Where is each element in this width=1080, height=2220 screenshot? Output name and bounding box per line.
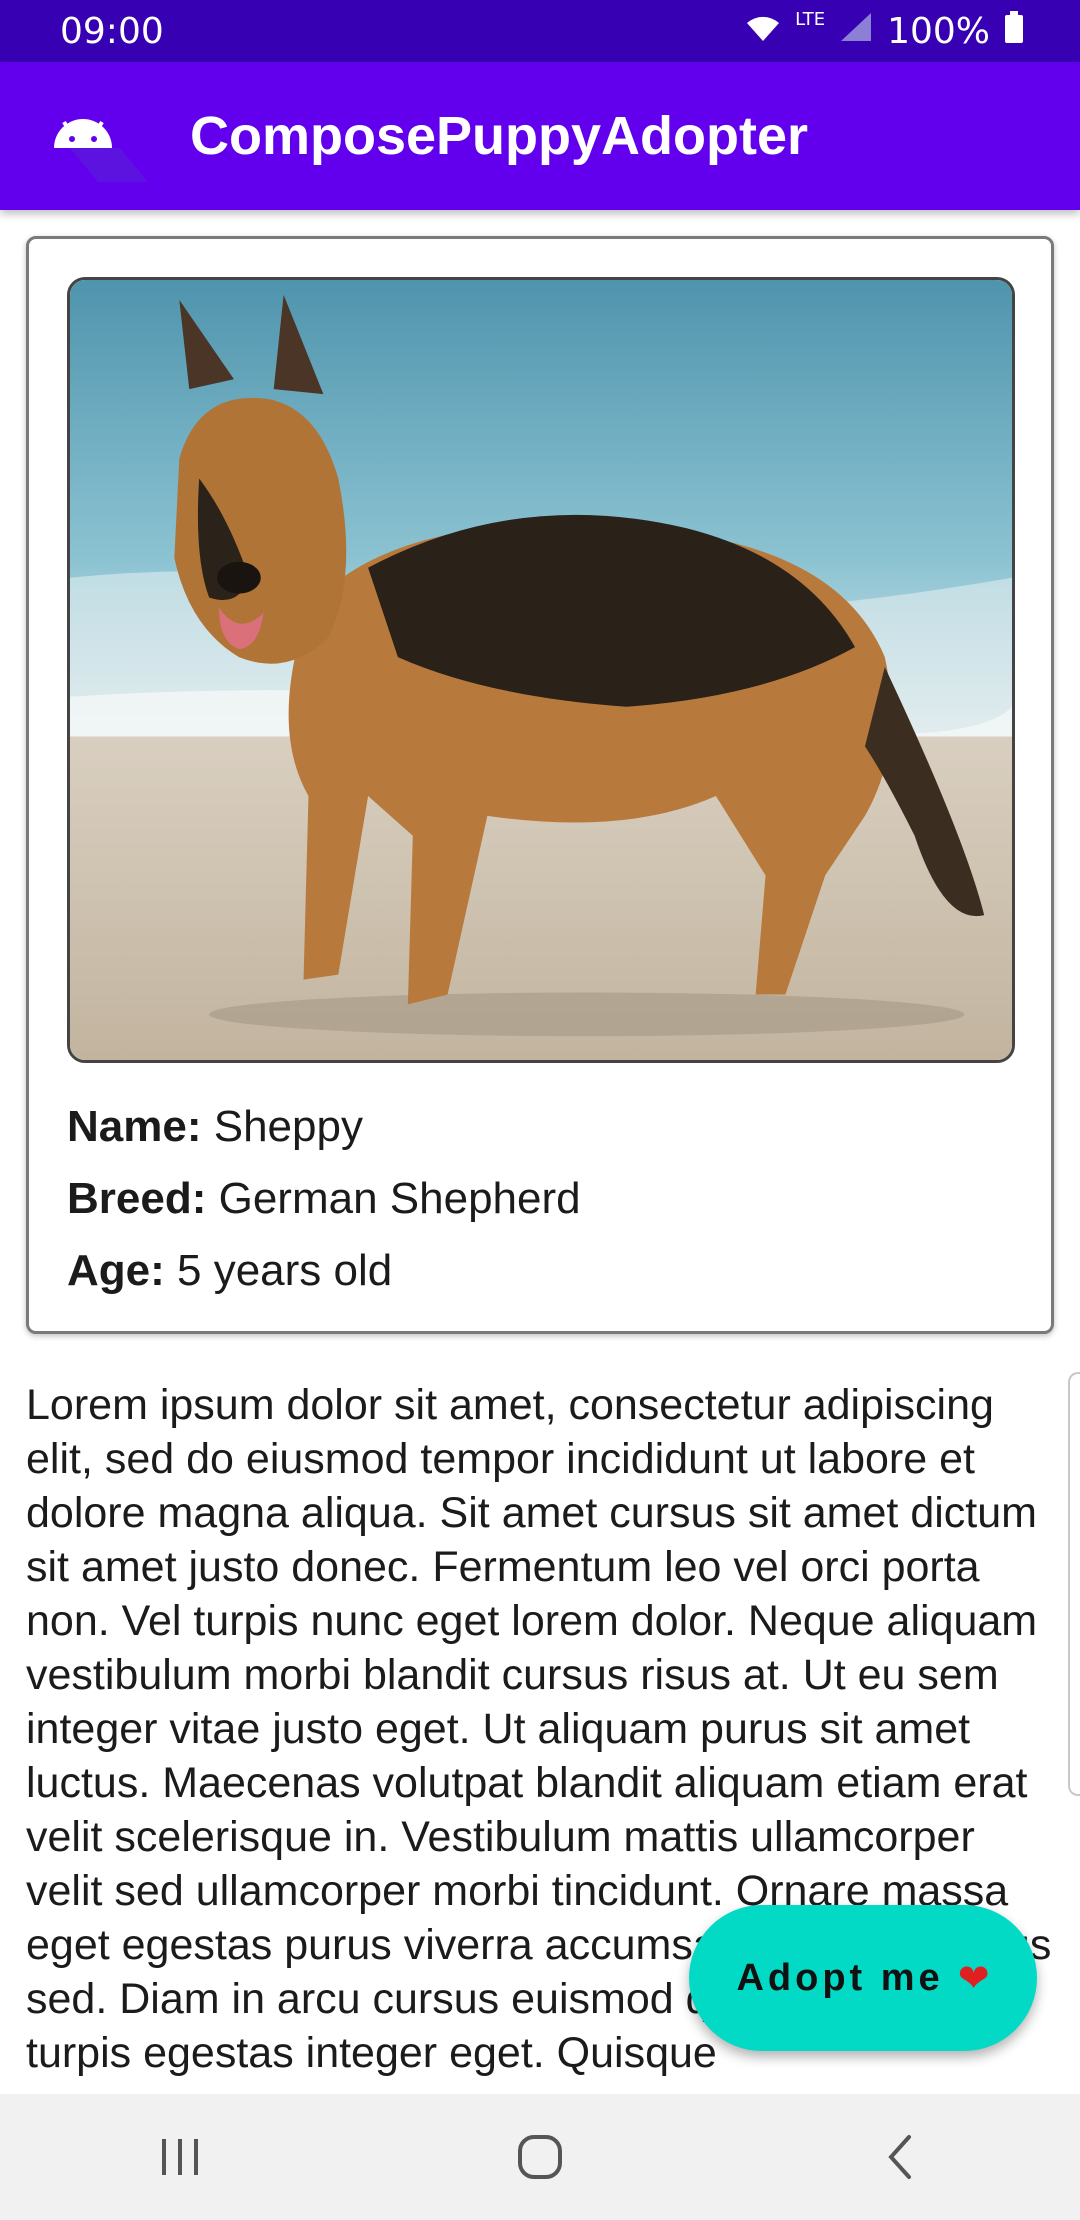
battery-level: 100%: [887, 10, 990, 52]
puppy-age: 5 years old: [177, 1246, 393, 1295]
scroll-edge: [1068, 1372, 1080, 1796]
puppy-photo: [67, 277, 1015, 1063]
android-icon: [50, 112, 150, 192]
age-row: Age: 5 years old: [67, 1235, 581, 1307]
network-type: LTE: [795, 8, 826, 30]
battery-icon: [1004, 10, 1024, 52]
status-bar: 09:00 LTE 100%: [0, 0, 1080, 62]
top-app-bar: ComposePuppyAdopter: [0, 62, 1080, 210]
system-nav-bar: [0, 2094, 1080, 2220]
status-time: 09:00: [60, 10, 164, 52]
signal-icon: [839, 11, 873, 52]
puppy-name: Sheppy: [213, 1102, 363, 1151]
puppy-breed: German Shepherd: [218, 1174, 581, 1223]
adopt-me-button[interactable]: Adopt me ❤: [689, 1905, 1037, 2051]
wifi-icon: [745, 11, 781, 52]
name-label: Name:: [67, 1102, 202, 1151]
breed-row: Breed: German Shepherd: [67, 1163, 581, 1235]
puppy-card: Name: Sheppy Breed: German Shepherd Age:…: [26, 236, 1054, 1334]
home-icon[interactable]: [480, 2112, 600, 2202]
name-row: Name: Sheppy: [67, 1091, 581, 1163]
back-icon[interactable]: [840, 2112, 960, 2202]
recents-icon[interactable]: [120, 2112, 240, 2202]
heart-icon: ❤: [957, 1957, 990, 2000]
breed-label: Breed:: [67, 1174, 207, 1223]
adopt-me-label: Adopt me: [736, 1956, 944, 1999]
age-label: Age:: [67, 1246, 165, 1295]
puppy-info: Name: Sheppy Breed: German Shepherd Age:…: [67, 1091, 581, 1307]
status-icons: LTE 100%: [745, 8, 1024, 52]
app-title: ComposePuppyAdopter: [190, 106, 809, 166]
